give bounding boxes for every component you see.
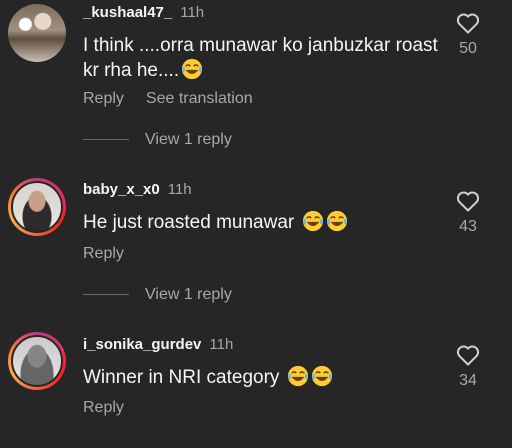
laughing-crying-emoji-icon: [287, 365, 308, 387]
reply-divider-line: [83, 294, 129, 296]
like-control: 34: [448, 344, 488, 390]
like-count: 34: [459, 372, 477, 389]
username[interactable]: i_sonika_gurdev: [83, 336, 201, 353]
laughing-crying-emoji-icon: [302, 210, 323, 232]
reply-divider-line: [83, 139, 129, 141]
laughing-crying-emoji-icon: [182, 58, 203, 80]
comment-text: He just roasted munawar: [83, 210, 443, 235]
laughing-crying-emoji-icon: [311, 365, 332, 387]
timestamp: 11h: [167, 181, 192, 198]
avatar[interactable]: [8, 332, 66, 390]
comment-body: He just roasted munawar: [83, 212, 295, 233]
heart-outline-icon[interactable]: [456, 344, 480, 366]
profile-photo: [8, 4, 66, 62]
comment-header: i_sonika_gurdev 11h: [83, 336, 233, 353]
view-replies-label: View 1 reply: [145, 131, 232, 148]
reply-button[interactable]: Reply: [83, 399, 124, 416]
username[interactable]: baby_x_x0: [83, 181, 160, 198]
timestamp: 11h: [180, 4, 205, 21]
comment-text: Winner in NRI category: [83, 365, 443, 390]
view-replies-button[interactable]: View 1 reply: [83, 286, 232, 304]
comment-actions: Reply: [83, 245, 124, 263]
comment-body: I think ....orra munawar ko janbuzkar ro…: [83, 35, 438, 81]
view-replies-label: View 1 reply: [145, 286, 232, 303]
laughing-crying-emoji-icon: [326, 210, 347, 232]
view-replies-button[interactable]: View 1 reply: [83, 131, 232, 149]
like-count: 43: [459, 218, 477, 235]
avatar[interactable]: [8, 4, 66, 62]
comment-actions: Reply See translation: [83, 90, 253, 108]
profile-photo: [11, 335, 63, 387]
comment-header: _kushaal47_ 11h: [83, 4, 204, 21]
username[interactable]: _kushaal47_: [83, 4, 172, 21]
heart-outline-icon[interactable]: [456, 12, 480, 34]
like-control: 50: [448, 12, 488, 58]
comment-body: Winner in NRI category: [83, 367, 280, 388]
comments-feed: _kushaal47_ 11h I think ....orra munawar …: [0, 0, 512, 448]
timestamp: 11h: [209, 336, 234, 353]
profile-photo: [11, 181, 63, 233]
comment-header: baby_x_x0 11h: [83, 181, 192, 198]
avatar[interactable]: [8, 178, 66, 236]
reply-button[interactable]: Reply: [83, 90, 124, 107]
heart-outline-icon[interactable]: [456, 190, 480, 212]
comment-text: I think ....orra munawar ko janbuzkar ro…: [83, 33, 443, 83]
like-count: 50: [459, 40, 477, 57]
comment-actions: Reply: [83, 399, 124, 417]
like-control: 43: [448, 190, 488, 236]
see-translation-button[interactable]: See translation: [146, 90, 253, 107]
reply-button[interactable]: Reply: [83, 245, 124, 262]
